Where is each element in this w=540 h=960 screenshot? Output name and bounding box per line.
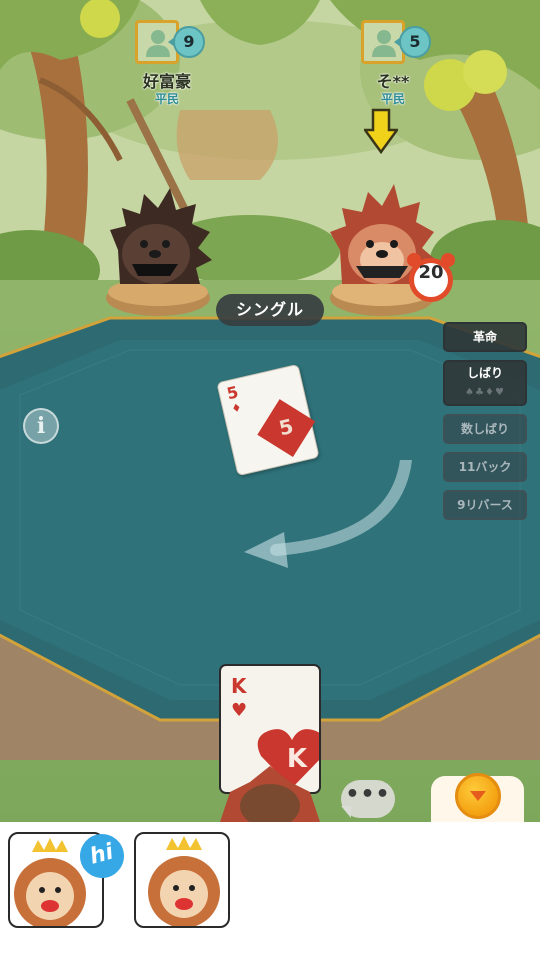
play-type-label: シングル xyxy=(216,294,324,326)
lion-king-icon xyxy=(148,836,220,926)
collapse-panel-button[interactable] xyxy=(455,773,501,819)
opponent-2-name: そ** xyxy=(376,72,410,91)
opponent-2-rank: 平民 xyxy=(380,92,405,106)
opponent-1-hedgehog xyxy=(106,188,212,316)
rule-eleven-back[interactable]: 11バック xyxy=(443,452,527,482)
opponent-1-card-count: 9 xyxy=(173,26,205,58)
jungle-background xyxy=(0,0,540,330)
heart-suit-icon: ♥ xyxy=(231,700,248,721)
opponent-2-card-count: 5 xyxy=(399,26,431,58)
rule-revolution[interactable]: 革命 xyxy=(443,322,527,352)
opponent-1-rank: 平民 xyxy=(154,92,179,106)
hand-card-rank: K xyxy=(231,674,247,698)
turn-indicator-arrow-icon xyxy=(364,108,398,154)
rule-nine-reverse[interactable]: 9リバース xyxy=(443,490,527,520)
opponent-1-name: 好富豪 xyxy=(142,72,191,91)
player-lion xyxy=(220,766,320,822)
sticker-lion-king-cheer[interactable] xyxy=(130,832,234,936)
sticker-lion-king-hi[interactable]: hi xyxy=(4,829,129,936)
opponent-1: 9 好富豪 平民 xyxy=(112,20,222,112)
turn-timer-value: 20 xyxy=(418,262,444,283)
rule-number-lock[interactable]: 数しばり xyxy=(443,414,527,444)
info-button[interactable]: i xyxy=(23,408,59,444)
game-stage: 9 好富豪 平民 5 そ** 平民 20 シングル i 革命 しばり ♠♣♦♥ … xyxy=(0,0,540,822)
rule-indicators: 革命 しばり ♠♣♦♥ 数しばり 11バック 9リバース xyxy=(443,322,527,528)
rule-suit-lock[interactable]: しばり ♠♣♦♥ xyxy=(443,360,527,406)
chat-bubble-tail xyxy=(341,806,351,818)
rule-suit-lock-label: しばり xyxy=(466,366,503,380)
chevron-down-icon xyxy=(470,791,486,801)
play-direction-arrow-icon xyxy=(244,460,412,568)
diamond-suit-icon: ♦ xyxy=(230,400,243,416)
suit-lock-suits: ♠♣♦♥ xyxy=(465,387,505,398)
sticker-frame xyxy=(134,832,230,928)
opponent-2: 5 そ** 平民 xyxy=(338,20,448,112)
sticker-panel: hi xyxy=(0,822,540,960)
